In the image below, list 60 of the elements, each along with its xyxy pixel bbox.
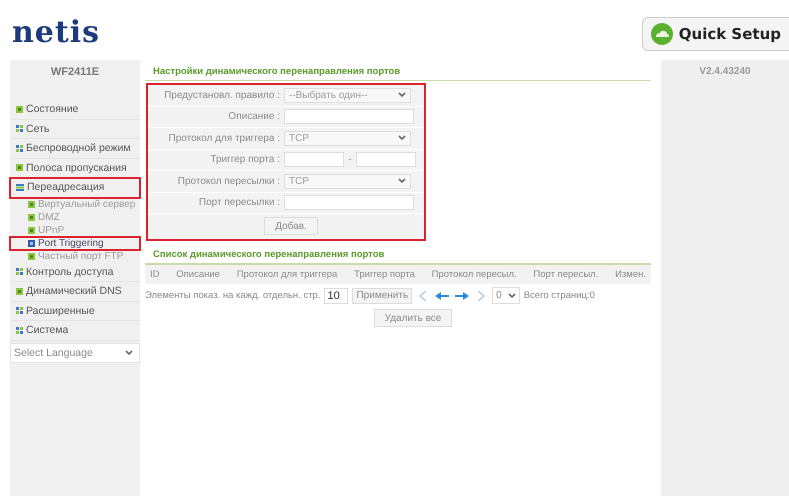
input-field[interactable] (284, 152, 344, 168)
column-header: Протокол для триггера (236, 269, 338, 280)
arrow-left-icon[interactable] (434, 290, 450, 300)
chevron-icon (508, 292, 516, 298)
square-icon (16, 164, 23, 172)
chevron-icon (125, 350, 133, 356)
logo: netis (12, 14, 100, 50)
language-select[interactable]: Select Language (10, 342, 140, 362)
square-icon (28, 240, 35, 246)
sidebar-item[interactable]: Расширенные (10, 302, 140, 321)
grid-icon (16, 144, 23, 152)
chevron-icon (398, 178, 406, 184)
column-header: ID (150, 269, 160, 280)
column-header: Триггер порта (354, 269, 415, 280)
range-separator: - (347, 154, 353, 166)
field-label: Протокол пересылки : (176, 176, 281, 187)
square-icon (16, 106, 23, 113)
square-icon (28, 252, 35, 260)
grid-icon (16, 268, 23, 276)
sidebar-item[interactable]: Беспроводной режим (10, 139, 140, 158)
sidebar-item[interactable]: Состояние (10, 100, 140, 120)
section-title: Настройки динамического перенаправления портов (145, 64, 651, 81)
sidebar-item[interactable]: Полоса пропускания (10, 158, 140, 178)
field-label: Протокол для триггера : (168, 132, 281, 144)
arrow-right-icon[interactable] (454, 290, 470, 300)
input-field[interactable] (356, 152, 416, 168)
column-header: Описание (176, 269, 220, 280)
input-field[interactable] (284, 195, 414, 210)
sidebar-item[interactable]: Контроль доступа (10, 262, 140, 282)
square-icon (28, 226, 35, 234)
quick-setup-button[interactable]: Quick Setup (642, 17, 789, 51)
square-icon (16, 288, 23, 295)
field-label: Описание : (227, 111, 281, 122)
page-total: Всего страниц:0 (524, 290, 595, 301)
square-icon (28, 214, 35, 220)
square-icon (28, 200, 35, 208)
grid-icon (16, 326, 23, 334)
column-header: Измен. (615, 269, 646, 280)
version-label: V2.4.43240 (699, 66, 751, 77)
sidebar-item[interactable]: Динамический DNS (10, 282, 140, 302)
chevron-icon (398, 135, 406, 142)
input-field[interactable] (284, 109, 414, 124)
sidebar-subitem[interactable]: Port Triggering (10, 236, 140, 250)
column-header: Протокол пересыл. (432, 269, 517, 280)
chevron-icon (398, 92, 406, 98)
field-label: Предустановл. правило : (163, 90, 281, 101)
per-page-field[interactable]: 10 (324, 288, 348, 304)
field-label: Порт пересылки : (198, 197, 281, 208)
model-name: WF2411E (50, 65, 100, 80)
column-header: Порт пересыл. (533, 269, 598, 280)
cloud-icon (650, 23, 673, 45)
per-page-label: Элементы показ. на кажд. отдельн. стр. (145, 290, 320, 301)
menu-icon (16, 184, 24, 191)
sidebar-item[interactable]: Система (10, 321, 140, 340)
sidebar-item[interactable]: Переадресация (10, 178, 140, 198)
grid-icon (16, 307, 23, 314)
sidebar-item[interactable]: Сеть (10, 120, 140, 139)
grid-icon (16, 125, 23, 132)
field-label: Триггер порта : (209, 154, 281, 166)
page-select[interactable]: 0 (492, 287, 520, 304)
